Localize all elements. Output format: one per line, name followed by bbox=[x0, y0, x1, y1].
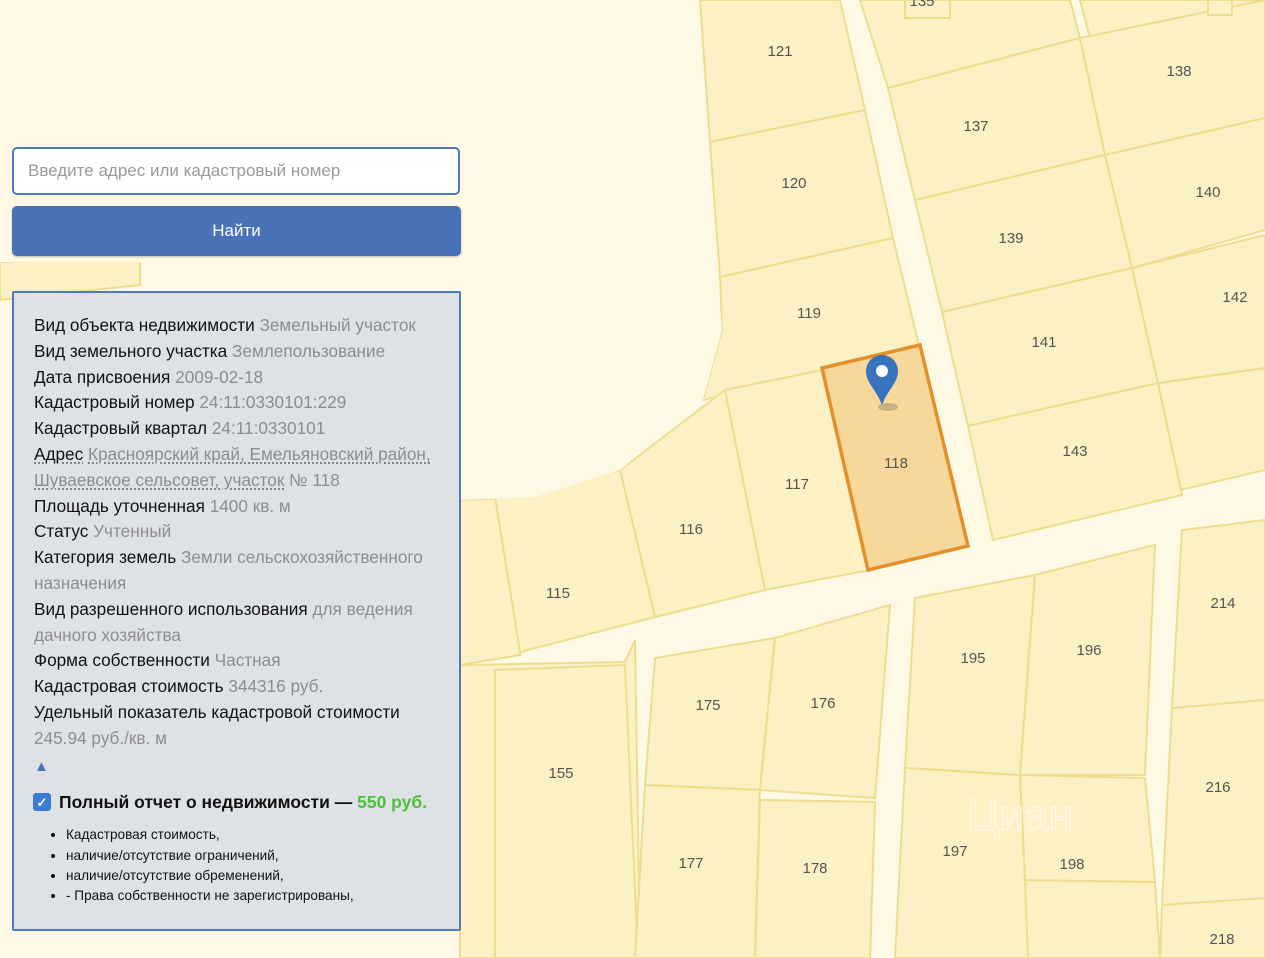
info-value: 245.94 руб./кв. м bbox=[34, 727, 167, 748]
info-value: 344316 руб. bbox=[228, 676, 324, 697]
plot-number-214: 214 bbox=[1210, 595, 1235, 612]
plot-number-121: 121 bbox=[767, 43, 792, 60]
map-plot[interactable] bbox=[494, 663, 640, 958]
plot-number-198: 198 bbox=[1059, 856, 1084, 873]
list-item: - Права собственности не зарегистрирован… bbox=[66, 886, 445, 906]
info-value: Учтенный bbox=[93, 521, 172, 542]
info-label: Площадь уточненная bbox=[34, 495, 205, 516]
map-plot[interactable] bbox=[903, 573, 1037, 777]
info-label: Вид объекта недвижимости bbox=[34, 315, 255, 335]
list-item: Кадастровая стоимость, bbox=[66, 825, 445, 845]
collapse-arrow-icon[interactable]: ▲ bbox=[34, 754, 445, 780]
plot-number-155: 155 bbox=[548, 765, 573, 782]
info-label: Кадастровый квартал bbox=[34, 418, 208, 439]
plot-number-195: 195 bbox=[960, 650, 985, 667]
map-plot[interactable] bbox=[1018, 543, 1157, 776]
plot-number-142: 142 bbox=[1222, 289, 1247, 306]
plot-number-218: 218 bbox=[1209, 931, 1234, 948]
plot-number-138: 138 bbox=[1166, 63, 1191, 80]
report-checkbox[interactable]: ✓ bbox=[33, 793, 51, 812]
info-value: Земельный участок bbox=[259, 315, 416, 335]
info-value: Землепользование bbox=[232, 340, 386, 361]
plot-number-141: 141 bbox=[1031, 334, 1056, 351]
find-button[interactable]: Найти bbox=[12, 206, 461, 256]
info-value: 1400 кв. м bbox=[209, 495, 291, 516]
plot-number-135: 135 bbox=[909, 0, 934, 10]
plot-number-197: 197 bbox=[942, 843, 967, 860]
map-building bbox=[1207, 0, 1233, 16]
address-label[interactable]: Адрес bbox=[34, 444, 83, 464]
plot-number-120: 120 bbox=[781, 175, 806, 192]
plot-number-139: 139 bbox=[998, 230, 1023, 247]
info-label: Дата присвоения bbox=[34, 366, 171, 387]
address-value[interactable]: Красноярский край, Емельяновский район, … bbox=[34, 444, 431, 490]
info-label: Статус bbox=[34, 521, 89, 542]
info-label: Категория земель bbox=[34, 547, 177, 568]
info-label: Вид разрешенного использования bbox=[34, 598, 308, 619]
address-number: № 118 bbox=[289, 469, 340, 490]
plot-number-119: 119 bbox=[797, 305, 821, 322]
map-plot[interactable] bbox=[1170, 518, 1265, 710]
map-plot[interactable] bbox=[1018, 878, 1162, 958]
map-plot[interactable] bbox=[1158, 896, 1265, 958]
info-label: Форма собственности bbox=[34, 650, 210, 671]
info-label: Кадастровая стоимость bbox=[34, 676, 224, 697]
info-label: Вид земельного участка bbox=[34, 340, 228, 361]
plot-number-177: 177 bbox=[678, 855, 703, 872]
plot-number-178: 178 bbox=[802, 860, 827, 877]
info-value: 2009-02-18 bbox=[175, 366, 264, 387]
info-label: Удельный показатель кадастровой стоимост… bbox=[34, 701, 400, 722]
map-plot[interactable] bbox=[643, 636, 777, 792]
report-label: Полный отчет о недвижимости — bbox=[59, 791, 353, 812]
plot-number-140: 140 bbox=[1195, 184, 1220, 201]
map-plot[interactable] bbox=[1160, 698, 1265, 907]
plot-number-176: 176 bbox=[810, 695, 835, 712]
search-input[interactable] bbox=[12, 147, 460, 195]
info-label: Кадастровый номер bbox=[34, 392, 195, 413]
plot-number-116: 116 bbox=[679, 521, 703, 538]
plot-number-117: 117 bbox=[785, 476, 809, 493]
plot-number-216: 216 bbox=[1205, 779, 1230, 796]
watermark: Циан bbox=[967, 791, 1073, 840]
report-items-list: Кадастровая стоимость, наличие/отсутстви… bbox=[34, 825, 445, 906]
property-info-panel: Вид объекта недвижимости Земельный участ… bbox=[12, 291, 461, 931]
list-item: наличие/отсутствие ограничений, bbox=[66, 846, 445, 866]
info-value: Частная bbox=[214, 650, 281, 671]
list-item: наличие/отсутствие обременений, bbox=[66, 866, 445, 886]
plot-number-137: 137 bbox=[963, 118, 988, 135]
map-plot[interactable] bbox=[753, 798, 877, 958]
report-price: 550 руб. bbox=[357, 791, 428, 812]
info-value: 24:11:0330101:229 bbox=[199, 392, 347, 413]
plot-number-175: 175 bbox=[695, 697, 720, 714]
plot-number-196: 196 bbox=[1076, 642, 1101, 659]
plot-number-115: 115 bbox=[546, 585, 570, 602]
info-value: 24:11:0330101 bbox=[211, 418, 326, 439]
full-report-option[interactable]: ✓ Полный отчет о недвижимости — 550 руб. bbox=[33, 790, 445, 816]
plot-number-143: 143 bbox=[1062, 443, 1087, 460]
plot-number-118: 118 bbox=[884, 455, 908, 472]
